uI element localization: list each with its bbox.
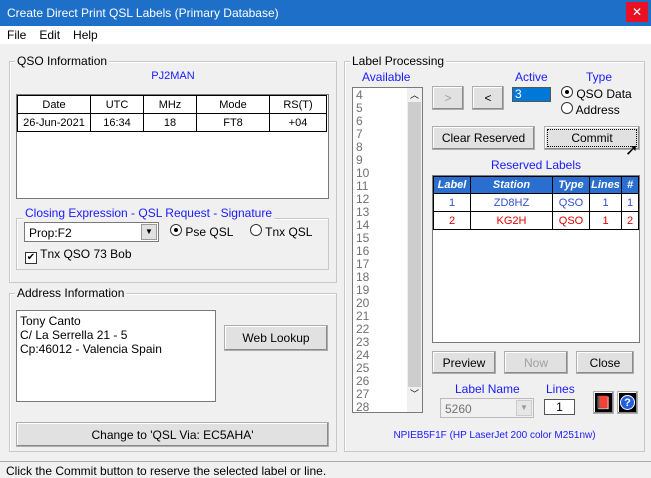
radio-icon [170,224,182,236]
label-name-label: Label Name [455,382,520,396]
close-button[interactable]: Close [576,351,634,374]
reserved-table[interactable]: Label Station Type Lines # 1 ZD8HZ QSO 1 1 2 KG2H Q… [432,175,640,343]
table-cell: 2 [433,211,471,230]
active-input[interactable]: 3 [512,87,551,102]
close-window-button[interactable]: ✕ [626,2,648,22]
lines-label: Lines [546,382,575,396]
change-qsl-via-button[interactable]: Change to 'QSL Via: EC5AHA' [16,422,329,447]
scroll-up-icon[interactable]: ︿ [407,88,422,102]
table-cell: QSO [552,211,590,230]
scroll-down-icon[interactable]: ﹀ [407,387,422,400]
check-icon: ✔ [25,252,37,264]
cell-date: 26-Jun-2021 [17,113,91,132]
label-processing-legend: Label Processing [350,54,447,68]
address-textarea[interactable]: Tony Canto C/ La Serrella 21 - 5 Cp:46012 … [16,310,216,402]
menu-edit[interactable]: Edit [32,26,66,42]
qso-information-legend: QSO Information [15,54,110,68]
window-title: Create Direct Print QSL Labels (Primary … [7,6,279,20]
status-bar: Click the Commit button to reserve the s… [0,461,651,478]
col-date: Date [17,95,91,114]
cell-utc: 16:34 [90,113,144,132]
clear-reserved-button[interactable]: Clear Reserved [432,126,535,150]
table-cell: 2 [621,211,639,230]
remove-label-button[interactable]: < [472,86,504,110]
radio-icon [250,224,262,236]
cell-mhz: 18 [143,113,197,132]
print-now-button[interactable]: Now [504,351,568,374]
qso-table[interactable]: Date UTC MHz Mode RS(T) 26-Jun-2021 16:34 18 FT… [16,94,329,199]
type-label: Type [586,70,613,84]
printer-name: NPIEB5F1F (HP LaserJet 200 color M251nw) [393,430,596,441]
radio-qso-data[interactable]: QSO Data [561,86,632,101]
radio-qso-data-label: QSO Data [576,87,632,101]
table-cell: ZD8HZ [470,193,553,212]
col-type: Type [552,176,590,194]
scroll-thumb[interactable] [408,102,421,387]
chevron-down-icon[interactable]: ▼ [141,224,157,240]
mouse-cursor-icon: ➚ [625,142,639,159]
cell-mode: FT8 [196,113,270,132]
closing-select-value: Prop:F2 [29,226,72,240]
cell-rst: +04 [269,113,327,132]
radio-tnx-qsl[interactable]: Tnx QSL [250,224,312,239]
closing-select[interactable]: Prop:F2 ▼ [24,222,159,242]
menu-file[interactable]: File [0,26,32,42]
radio-pse-qsl-label: Pse QSL [185,225,234,239]
table-row[interactable]: 1 ZD8HZ QSO 1 1 [433,193,639,212]
address-line: C/ La Serrella 21 - 5 [20,328,128,342]
col-mode: Mode [196,95,270,114]
label-name-select[interactable]: 5260 ▼ [440,398,534,418]
address-line: Tony Canto [20,314,81,328]
col-rst: RS(T) [269,95,327,114]
table-cell: 1 [621,193,639,212]
col-label: Label [433,176,471,194]
table-cell: 1 [433,193,471,212]
title-bar: Create Direct Print QSL Labels (Primary … [0,0,651,26]
reserved-labels-title: Reserved Labels [490,158,582,172]
table-row[interactable]: 26-Jun-2021 16:34 18 FT8 +04 [17,113,327,132]
address-line: Cp:46012 - Valencia Spain [20,342,162,356]
table-cell: 1 [589,211,622,230]
table-cell: 1 [589,193,622,212]
preview-button[interactable]: Preview [432,351,496,374]
radio-pse-qsl[interactable]: Pse QSL [170,224,233,239]
chevron-down-icon[interactable]: ▼ [516,400,532,416]
col-count: # [621,176,639,194]
signature-label: Tnx QSO 73 Bob [40,247,132,261]
col-utc: UTC [90,95,144,114]
table-cell: KG2H [470,211,553,230]
menu-help[interactable]: Help [66,26,104,42]
radio-icon [561,86,573,98]
col-mhz: MHz [143,95,197,114]
active-label: Active [515,70,548,84]
signature-checkbox[interactable]: ✔ Tnx QSO 73 Bob [25,247,132,264]
book-icon[interactable]: 📕 [593,391,614,414]
col-station: Station [470,176,553,194]
radio-address-label: Address [575,103,620,117]
table-cell: QSO [552,193,590,212]
lines-input[interactable]: 1 [544,399,575,415]
menu-bar: File Edit Help [0,26,651,44]
radio-address[interactable]: Address [561,102,620,117]
closing-legend: Closing Expression - QSL Request - Signa… [23,206,275,220]
table-row[interactable]: 2 KG2H QSO 1 2 [433,211,639,230]
label-name-value: 5260 [445,402,472,416]
col-lines: Lines [589,176,622,194]
radio-icon [561,102,573,114]
help-icon[interactable]: ? [617,391,638,414]
scrollbar[interactable]: ︿ ﹀ [407,88,422,412]
qso-callsign: PJ2MAN [151,70,195,82]
address-legend: Address Information [15,286,127,300]
radio-tnx-qsl-label: Tnx QSL [265,225,313,239]
add-label-button[interactable]: > [432,86,464,110]
web-lookup-button[interactable]: Web Lookup [224,325,328,351]
available-label: Available [362,70,411,84]
